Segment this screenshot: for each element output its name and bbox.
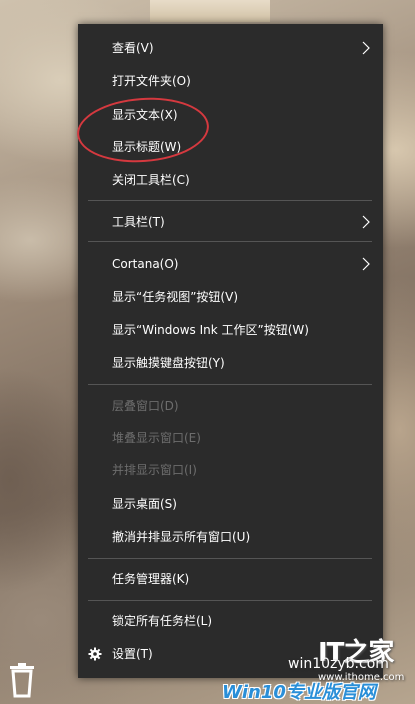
menu-separator bbox=[88, 600, 372, 601]
menu-item-label: 查看(V) bbox=[112, 41, 154, 55]
menu-item-label: 并排显示窗口(I) bbox=[112, 463, 197, 477]
menu-item-cortana[interactable]: Cortana(O) bbox=[78, 248, 383, 280]
menu-item-label: 显示触摸键盘按钮(Y) bbox=[112, 356, 225, 370]
chevron-right-icon bbox=[362, 41, 370, 55]
menu-item-label: 设置(T) bbox=[112, 647, 153, 661]
menu-separator bbox=[88, 200, 372, 201]
watermark-brand: Win10专业版官网 bbox=[222, 682, 376, 703]
menu-item-label: Cortana(O) bbox=[112, 257, 179, 271]
menu-item-label: 打开文件夹(O) bbox=[112, 74, 191, 88]
menu-item-touch-keyboard-button[interactable]: 显示触摸键盘按钮(Y) bbox=[78, 347, 383, 379]
menu-item-label: 显示“任务视图”按钮(V) bbox=[112, 290, 239, 304]
menu-separator bbox=[88, 384, 372, 385]
menu-item-stack-windows: 堆叠显示窗口(E) bbox=[78, 422, 383, 454]
menu-item-close-toolbar[interactable]: 关闭工具栏(C) bbox=[78, 164, 383, 196]
gear-icon bbox=[88, 647, 102, 661]
menu-item-task-view-button[interactable]: 显示“任务视图”按钮(V) bbox=[78, 281, 383, 313]
menu-separator bbox=[88, 241, 372, 242]
menu-item-cascade-windows: 层叠窗口(D) bbox=[78, 390, 383, 422]
menu-item-label: 工具栏(T) bbox=[112, 215, 165, 229]
recycle-bin-icon[interactable] bbox=[8, 662, 36, 698]
menu-item-side-by-side-windows: 并排显示窗口(I) bbox=[78, 454, 383, 486]
menu-item-task-manager[interactable]: 任务管理器(K) bbox=[78, 563, 383, 595]
wallpaper-detail bbox=[150, 0, 270, 22]
menu-item-label: 显示桌面(S) bbox=[112, 497, 177, 511]
menu-separator bbox=[88, 558, 372, 559]
menu-item-label: 显示“Windows Ink 工作区”按钮(W) bbox=[112, 323, 309, 337]
menu-item-undo-side-by-side[interactable]: 撤消并排显示所有窗口(U) bbox=[78, 521, 383, 553]
menu-item-windows-ink-button[interactable]: 显示“Windows Ink 工作区”按钮(W) bbox=[78, 314, 383, 346]
chevron-right-icon bbox=[362, 257, 370, 271]
menu-item-label: 锁定所有任务栏(L) bbox=[112, 614, 213, 628]
watermark-site: win10zyb.com bbox=[288, 656, 389, 672]
menu-item-open-folder[interactable]: 打开文件夹(O) bbox=[78, 65, 383, 97]
menu-item-show-desktop[interactable]: 显示桌面(S) bbox=[78, 488, 383, 520]
menu-item-label: 撤消并排显示所有窗口(U) bbox=[112, 530, 251, 544]
menu-item-label: 层叠窗口(D) bbox=[112, 399, 179, 413]
menu-item-label: 任务管理器(K) bbox=[112, 572, 190, 586]
chevron-right-icon bbox=[362, 215, 370, 229]
menu-item-label: 关闭工具栏(C) bbox=[112, 173, 190, 187]
menu-item-label: 堆叠显示窗口(E) bbox=[112, 431, 201, 445]
menu-item-view[interactable]: 查看(V) bbox=[78, 32, 383, 64]
menu-item-toolbars[interactable]: 工具栏(T) bbox=[78, 206, 383, 238]
